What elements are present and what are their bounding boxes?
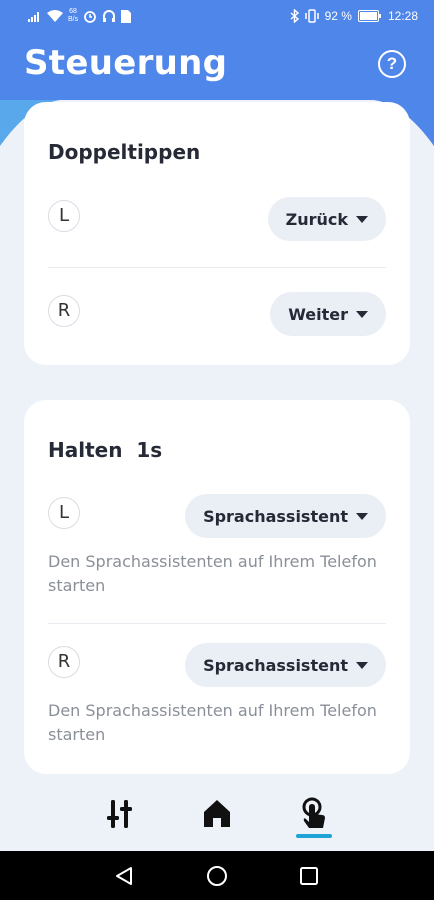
hold-title: Halten 1s [48, 438, 163, 462]
left-earbud-badge: L [48, 497, 80, 529]
network-speed-value: 68 [69, 8, 77, 15]
hold-left-description: Den Sprachassistenten auf Ihrem Telefon … [48, 552, 377, 595]
divider [48, 623, 386, 624]
wifi-icon [47, 10, 63, 22]
hold-right-dropdown[interactable]: Sprachassistent [185, 643, 386, 687]
back-icon[interactable] [113, 865, 135, 887]
page-title: Steuerung [24, 43, 228, 83]
left-earbud-badge: L [48, 200, 80, 232]
right-earbud-badge: R [48, 646, 80, 678]
active-tab-indicator [296, 834, 332, 838]
network-speed-unit: B/s [68, 16, 79, 23]
hold-right-description: Den Sprachassistenten auf Ihrem Telefon … [48, 701, 377, 744]
hold-right-value: Sprachassistent [203, 655, 348, 675]
recents-icon[interactable] [299, 866, 319, 886]
double-tap-title: Doppeltippen [48, 140, 201, 164]
double-tap-left-dropdown[interactable]: Zurück [267, 197, 386, 241]
touch-icon[interactable] [296, 796, 332, 832]
double-tap-right-value: Weiter [288, 304, 348, 324]
double-tap-right-dropdown[interactable]: Weiter [270, 292, 386, 336]
caret-down-icon [356, 661, 368, 669]
hold-card: Halten 1s L Sprachassistent Den Sprachas… [24, 400, 410, 774]
double-tap-left-value: Zurück [285, 209, 348, 229]
right-earbud-badge: R [48, 295, 80, 327]
alarm-icon [84, 11, 97, 23]
headphone-icon [103, 10, 116, 22]
battery-percent: 92 % [324, 9, 352, 23]
caret-down-icon [356, 512, 368, 520]
status-left: 68 B/s [28, 8, 132, 24]
signal-icon [28, 12, 39, 22]
bluetooth-icon [290, 9, 299, 23]
home-icon[interactable] [199, 796, 235, 832]
hold-left-value: Sprachassistent [203, 506, 348, 526]
caret-down-icon [356, 310, 368, 318]
vibrate-icon [304, 9, 319, 23]
clock: 12:28 [387, 9, 418, 23]
help-button[interactable]: ? [378, 50, 406, 78]
status-bar: 68 B/s 92 % 12:28 [0, 0, 434, 34]
home-circle-icon[interactable] [206, 865, 228, 887]
document-icon [121, 9, 132, 23]
system-nav-bar [0, 851, 434, 900]
caret-down-icon [356, 215, 368, 223]
battery-icon [357, 10, 381, 22]
divider [48, 267, 386, 268]
equalizer-icon[interactable] [104, 796, 140, 832]
status-right: 92 % 12:28 [290, 9, 418, 23]
double-tap-card: Doppeltippen L Zurück R Weiter [24, 102, 410, 365]
network-speed: 68 B/s [68, 8, 78, 24]
bottom-nav [0, 778, 434, 850]
app-header: Steuerung ? [0, 34, 434, 100]
hold-left-dropdown[interactable]: Sprachassistent [185, 494, 386, 538]
